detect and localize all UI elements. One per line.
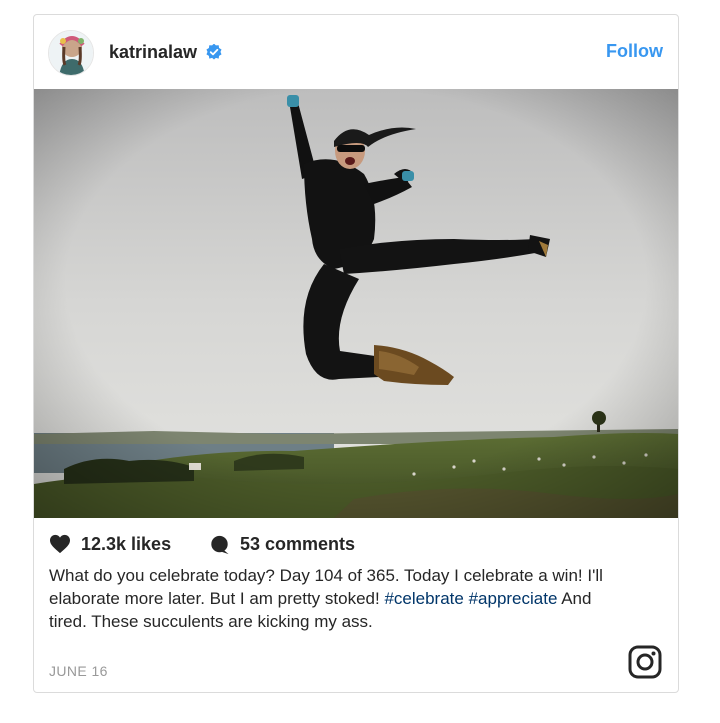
avatar[interactable] bbox=[48, 30, 94, 76]
instagram-icon[interactable] bbox=[628, 645, 662, 679]
verified-badge-icon bbox=[206, 44, 222, 60]
post-caption: What do you celebrate today? Day 104 of … bbox=[49, 564, 624, 633]
follow-button[interactable]: Follow bbox=[606, 41, 663, 62]
heart-icon[interactable] bbox=[49, 534, 71, 554]
post-header: katrinalaw Follow bbox=[34, 15, 678, 89]
post-date[interactable]: JUNE 16 bbox=[49, 663, 108, 679]
comments-count[interactable]: 53 comments bbox=[240, 534, 355, 555]
likes-count[interactable]: 12.3k likes bbox=[81, 534, 171, 555]
hashtag-link[interactable]: #celebrate bbox=[384, 589, 463, 608]
username[interactable]: katrinalaw bbox=[109, 42, 197, 63]
comment-bubble-icon[interactable] bbox=[209, 535, 230, 555]
post-photo[interactable] bbox=[34, 89, 678, 518]
instagram-post-card: katrinalaw Follow 12.3k likes 53 comment… bbox=[33, 14, 679, 693]
post-stats: 12.3k likes 53 comments bbox=[49, 532, 649, 556]
hashtag-link[interactable]: #appreciate bbox=[469, 589, 558, 608]
